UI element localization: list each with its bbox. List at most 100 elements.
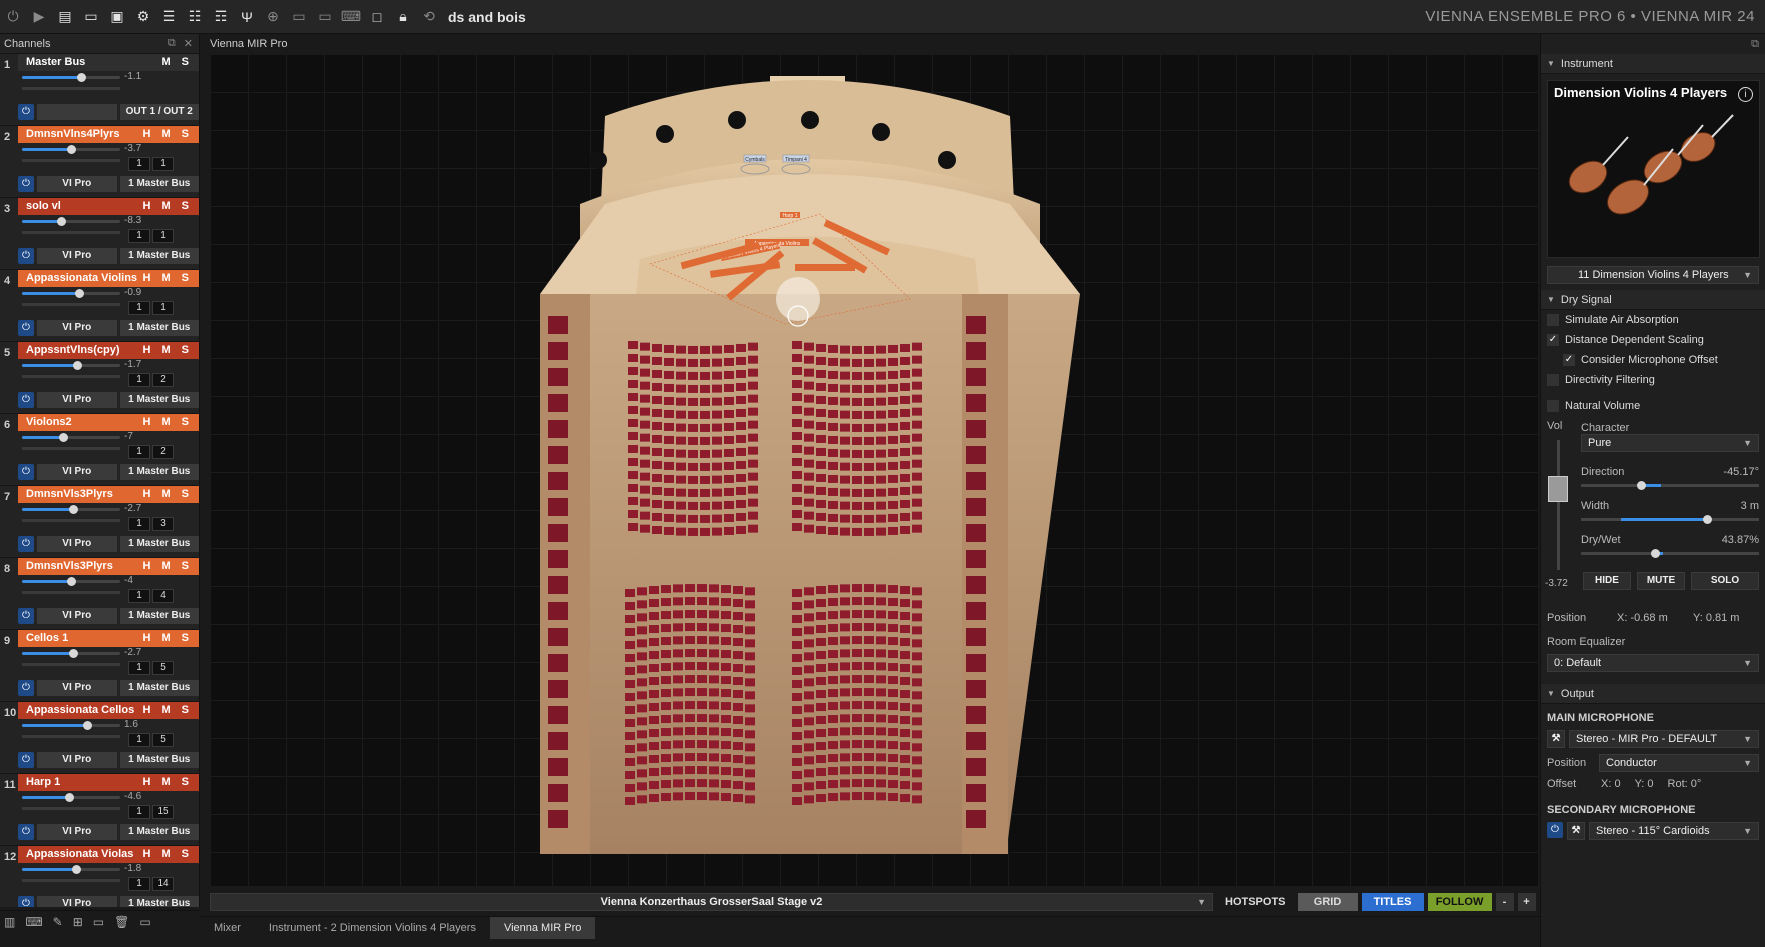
- tab-instrument[interactable]: Instrument - 2 Dimension Violins 4 Playe…: [255, 917, 490, 939]
- channel-power-icon[interactable]: ⏻: [18, 824, 34, 840]
- window-icon[interactable]: □: [364, 4, 390, 30]
- channel-name[interactable]: solo vl H M S: [18, 198, 199, 215]
- channel-volume-fader[interactable]: [22, 145, 120, 154]
- keyboard-icon[interactable]: ⌨: [338, 4, 364, 30]
- air-absorption-checkbox[interactable]: [1547, 314, 1559, 326]
- secondary-mic-select[interactable]: Stereo - 115° Cardioids ▼: [1589, 822, 1759, 840]
- channel-strip[interactable]: 11 Harp 1 H M S -4.6 1 15 ⏻ VI Pro 1 Master Bus: [0, 774, 199, 846]
- channel-output[interactable]: 1: [152, 229, 174, 243]
- channel-strip[interactable]: 5 AppssntVlns(cpy) H M S -1.7 1 2 ⏻ VI Pro 1 Mas…: [0, 342, 199, 414]
- channel-flags[interactable]: H M S: [142, 630, 193, 647]
- distance-scaling-row[interactable]: ✓ Distance Dependent Scaling: [1541, 330, 1765, 350]
- natural-volume-checkbox[interactable]: [1547, 400, 1559, 412]
- database-reload-icon[interactable]: ☶: [208, 4, 234, 30]
- undock-icon[interactable]: ⧉: [1751, 38, 1759, 51]
- mir-settings-icon[interactable]: ▭: [312, 4, 338, 30]
- offset-rot[interactable]: Rot: 0°: [1668, 778, 1702, 790]
- position-x[interactable]: X: -0.68 m: [1617, 612, 1668, 624]
- channel-input[interactable]: 1: [128, 733, 150, 747]
- channel-strip[interactable]: 10 Appassionata Cellos H M S 1.6 1 5 ⏻ VI Pro 1 …: [0, 702, 199, 774]
- grid-button[interactable]: GRID: [1297, 893, 1358, 911]
- new-project-icon[interactable]: ▤: [52, 4, 78, 30]
- channel-strip[interactable]: 2 DmnsnVlns4Plyrs H M S -3.7 1 1 ⏻ VI Pro 1 Mast…: [0, 126, 199, 198]
- natural-volume-row[interactable]: Natural Volume: [1541, 396, 1765, 416]
- channel-name[interactable]: Appassionata Violins H M S: [18, 270, 199, 287]
- channel-volume-fader[interactable]: [22, 577, 120, 586]
- mir-icon[interactable]: ▭: [286, 4, 312, 30]
- air-absorption-row[interactable]: Simulate Air Absorption: [1541, 310, 1765, 330]
- width-slider[interactable]: [1581, 515, 1759, 524]
- mic-offset-row[interactable]: ✓ Consider Microphone Offset: [1541, 350, 1765, 370]
- channel-strip[interactable]: 9 Cellos 1 H M S -2.7 1 5 ⏻ VI Pro 1 Master Bus: [0, 630, 199, 702]
- hall-map[interactable]: Cymbals Timpani 4 Harp 1 Appassionata Vi…: [210, 54, 1538, 886]
- channel-route[interactable]: 1 Master Bus: [119, 824, 199, 840]
- channel-strip[interactable]: 7 DmnsnVls3Plyrs H M S -2.7 1 3 ⏻ VI Pro 1 Maste…: [0, 486, 199, 558]
- zoom-in-button[interactable]: +: [1517, 893, 1536, 911]
- channel-output[interactable]: 5: [152, 733, 174, 747]
- channel-plugin-slot[interactable]: VI Pro: [37, 464, 117, 480]
- channel-volume-fader[interactable]: [22, 361, 120, 370]
- play-icon[interactable]: ▶: [26, 4, 52, 30]
- room-eq-select[interactable]: 0: Default ▼: [1547, 654, 1759, 672]
- hide-button[interactable]: HIDE: [1583, 572, 1631, 590]
- channel-plugin-slot[interactable]: VI Pro: [37, 536, 117, 552]
- follow-button[interactable]: FOLLOW: [1427, 893, 1492, 911]
- channel-volume-fader[interactable]: [22, 289, 120, 298]
- channel-volume-fader[interactable]: [22, 505, 120, 514]
- crosshair-icon[interactable]: ⊕: [260, 4, 286, 30]
- channel-output[interactable]: 14: [152, 877, 174, 891]
- channel-output[interactable]: 1: [152, 301, 174, 315]
- channel-power-icon[interactable]: ⏻: [18, 536, 34, 552]
- channel-input[interactable]: 1: [128, 229, 150, 243]
- vol-slider-handle[interactable]: [1548, 476, 1568, 502]
- channel-power-icon[interactable]: ⏻: [18, 752, 34, 768]
- lock-icon[interactable]: 🔒︎: [390, 4, 416, 30]
- channel-output[interactable]: 4: [152, 589, 174, 603]
- main-mic-select[interactable]: Stereo - MIR Pro - DEFAULT ▼: [1569, 730, 1759, 748]
- channel-route[interactable]: 1 Master Bus: [119, 752, 199, 768]
- channel-route[interactable]: 1 Master Bus: [119, 680, 199, 696]
- wrench-icon[interactable]: ⚒: [1547, 730, 1565, 748]
- directivity-checkbox[interactable]: [1547, 374, 1559, 386]
- channel-flags[interactable]: H M S: [142, 486, 193, 503]
- output-icon[interactable]: ▭: [139, 915, 150, 929]
- channel-route[interactable]: 1 Master Bus: [119, 392, 199, 408]
- channel-strip[interactable]: 8 DmnsnVls3Plyrs H M S -4 1 4 ⏻ VI Pro 1 Master …: [0, 558, 199, 630]
- channel-name[interactable]: DmnsnVlns4Plyrs H M S: [18, 126, 199, 143]
- channel-plugin-slot[interactable]: [37, 104, 117, 120]
- channel-input[interactable]: 1: [128, 661, 150, 675]
- channel-input[interactable]: 1: [128, 301, 150, 315]
- channel-input[interactable]: 1: [128, 373, 150, 387]
- solo-button[interactable]: SOLO: [1691, 572, 1759, 590]
- channel-strip[interactable]: 1 Master Bus M S -1.1 ⏻ OUT 1 / OUT 2: [0, 54, 199, 126]
- channel-strip[interactable]: 12 Appassionata Violas H M S -1.8 1 14 ⏻ VI Pro…: [0, 846, 199, 907]
- offset-x[interactable]: X: 0: [1601, 778, 1621, 790]
- channel-route[interactable]: 1 Master Bus: [119, 536, 199, 552]
- channel-volume-fader[interactable]: [22, 865, 120, 874]
- channel-power-icon[interactable]: ⏻: [18, 608, 34, 624]
- channel-output[interactable]: 1: [152, 157, 174, 171]
- drywet-slider[interactable]: [1581, 549, 1759, 558]
- channel-power-icon[interactable]: ⏻: [18, 104, 34, 120]
- channel-plugin-slot[interactable]: VI Pro: [37, 680, 117, 696]
- channel-flags[interactable]: H M S: [142, 774, 193, 791]
- channel-power-icon[interactable]: ⏻: [18, 392, 34, 408]
- instrument-section-head[interactable]: ▼ Instrument: [1541, 54, 1765, 74]
- channel-plugin-slot[interactable]: VI Pro: [37, 608, 117, 624]
- channel-power-icon[interactable]: ⏻: [18, 896, 34, 907]
- channel-input[interactable]: 1: [128, 445, 150, 459]
- direction-slider[interactable]: [1581, 481, 1759, 490]
- database-icon[interactable]: ☰: [156, 4, 182, 30]
- instrument-select[interactable]: 11 Dimension Violins 4 Players ▼: [1547, 266, 1759, 284]
- edit-icon[interactable]: ✎: [53, 915, 63, 929]
- channel-volume-fader[interactable]: [22, 433, 120, 442]
- undock-icon[interactable]: ⧉: [168, 37, 176, 50]
- channel-flags[interactable]: H M S: [142, 342, 193, 359]
- mixer-icon[interactable]: ▥: [4, 915, 15, 929]
- offset-y[interactable]: Y: 0: [1635, 778, 1654, 790]
- channel-name[interactable]: Cellos 1 H M S: [18, 630, 199, 647]
- channel-name[interactable]: Appassionata Violas H M S: [18, 846, 199, 863]
- channel-plugin-slot[interactable]: VI Pro: [37, 320, 117, 336]
- output-section-head[interactable]: ▼ Output: [1541, 684, 1765, 704]
- channel-plugin-slot[interactable]: VI Pro: [37, 824, 117, 840]
